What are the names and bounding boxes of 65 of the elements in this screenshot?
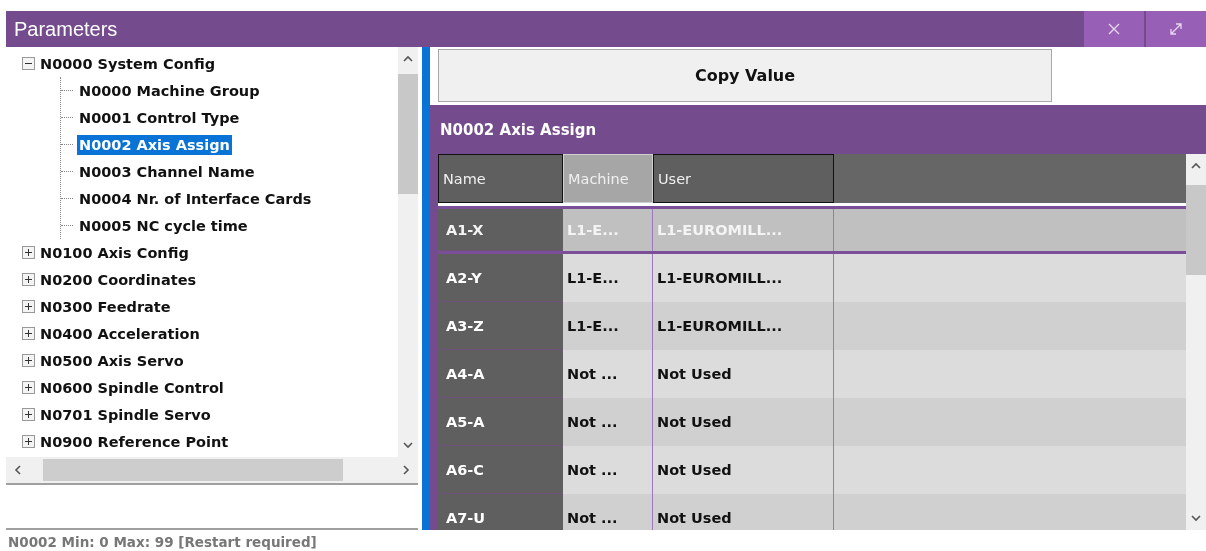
table-cell: L1-E...: [563, 254, 653, 302]
table-cell: Not Used: [653, 398, 834, 446]
tree-item[interactable]: N0200 Coordinates: [38, 269, 199, 290]
expand-icon[interactable]: [22, 246, 35, 259]
tree-item[interactable]: N0002 Axis Assign: [77, 134, 232, 155]
table-cell: A2-Y: [438, 254, 563, 302]
tree-item[interactable]: N0000 System Config: [38, 53, 218, 74]
expand-icon[interactable]: [22, 300, 35, 313]
expand-icon[interactable]: [22, 354, 35, 367]
table-cell: Not ...: [563, 446, 653, 494]
scroll-thumb[interactable]: [43, 459, 343, 482]
table-title: N0002 Axis Assign: [430, 105, 1206, 154]
tree-item[interactable]: N0400 Acceleration: [38, 323, 202, 344]
expand-icon[interactable]: [22, 381, 35, 394]
tree-item[interactable]: N0300 Feedrate: [38, 296, 173, 317]
scroll-thumb[interactable]: [398, 74, 418, 194]
table-row[interactable]: A2-Y L1-E... L1-EUROMILL...: [438, 254, 1186, 302]
table-cell: L1-EUROMILL...: [653, 302, 834, 350]
column-header[interactable]: Name: [438, 154, 563, 203]
table-cell: L1-E...: [563, 302, 653, 350]
expand-icon[interactable]: [22, 327, 35, 340]
table-cell: A1-X: [438, 209, 563, 251]
window-title: Parameters: [13, 17, 119, 41]
tree-item[interactable]: N0003 Channel Name: [77, 161, 257, 182]
tree-item[interactable]: N0100 Axis Config: [38, 242, 191, 263]
table-row[interactable]: A7-U Not ... Not Used: [438, 494, 1186, 530]
tree-item[interactable]: N0000 Machine Group: [77, 80, 262, 101]
table-cell: A6-C: [438, 446, 563, 494]
maximize-button[interactable]: [1146, 11, 1206, 47]
copy-value-button[interactable]: Copy Value: [438, 49, 1052, 102]
vertical-scrollbar[interactable]: [398, 47, 418, 458]
table-row[interactable]: A6-C Not ... Not Used: [438, 446, 1186, 494]
table-cell: Not Used: [653, 494, 834, 530]
table-row[interactable]: A5-A Not ... Not Used: [438, 398, 1186, 446]
tree-item[interactable]: N0001 Control Type: [77, 107, 242, 128]
tree-item[interactable]: N0600 Spindle Control: [38, 377, 226, 398]
tree-item[interactable]: N0005 NC cycle time: [77, 215, 250, 236]
tree-item[interactable]: N0701 Spindle Servo: [38, 404, 213, 425]
status-text: N0002 Min: 0 Max: 99 [Restart required]: [7, 533, 318, 550]
table-row[interactable]: A3-Z L1-E... L1-EUROMILL...: [438, 302, 1186, 350]
table-cell: Not ...: [563, 350, 653, 398]
vertical-scrollbar[interactable]: [1186, 154, 1206, 530]
table-cell: L1-EUROMILL...: [653, 254, 834, 302]
table-cell: A7-U: [438, 494, 563, 530]
table-cell: A5-A: [438, 398, 563, 446]
close-icon: [1108, 23, 1120, 35]
tree-item[interactable]: N0900 Reference Point: [38, 431, 231, 452]
expand-icon[interactable]: [22, 273, 35, 286]
table-cell: Not ...: [563, 398, 653, 446]
expand-icon[interactable]: [22, 408, 35, 421]
table-cell: A4-A: [438, 350, 563, 398]
column-header[interactable]: User: [653, 154, 834, 203]
tree-item[interactable]: N0004 Nr. of Interface Cards: [77, 188, 314, 209]
table-cell: Not ...: [563, 494, 653, 530]
table-cell: Not Used: [653, 446, 834, 494]
expand-icon[interactable]: [22, 435, 35, 448]
table-cell: A3-Z: [438, 302, 563, 350]
horizontal-scrollbar[interactable]: [6, 457, 418, 486]
tree-item[interactable]: N0500 Axis Servo: [38, 350, 186, 371]
table-row[interactable]: A4-A Not ... Not Used: [438, 350, 1186, 398]
close-button[interactable]: [1084, 11, 1144, 47]
table-cell: Not Used: [653, 350, 834, 398]
scroll-thumb[interactable]: [1186, 185, 1206, 275]
collapse-icon[interactable]: [22, 57, 35, 70]
expand-arrows-icon: [1169, 22, 1183, 36]
